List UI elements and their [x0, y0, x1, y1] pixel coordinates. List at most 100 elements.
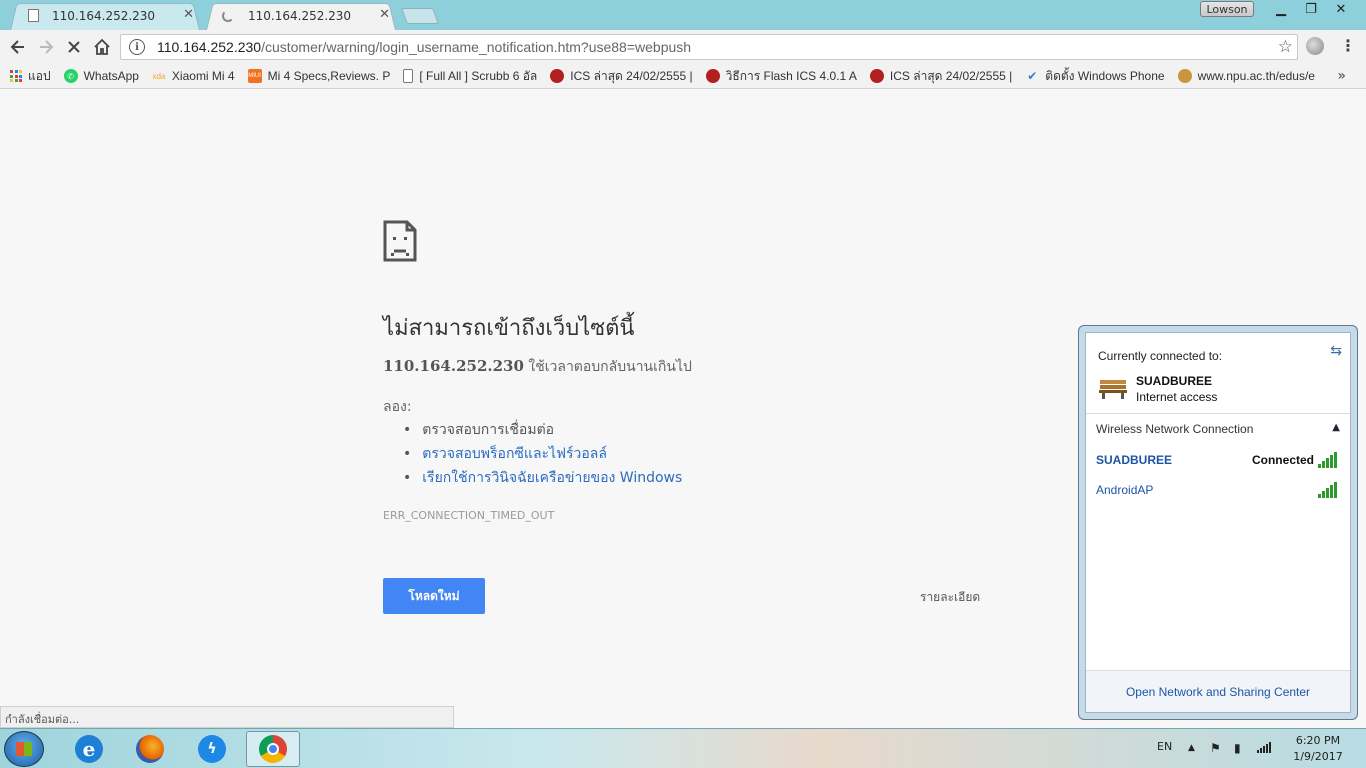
- taskbar-internet-explorer[interactable]: e: [62, 731, 116, 767]
- network-ssid: SUADBUREE: [1096, 453, 1173, 467]
- language-indicator[interactable]: EN: [1157, 740, 1172, 753]
- status-bar: กำลังเชื่อมต่อ...: [0, 706, 454, 728]
- current-network-access: Internet access: [1136, 390, 1218, 404]
- network-item-suadburee[interactable]: SUADBUREE Connected: [1096, 450, 1340, 472]
- taskbar-firefox[interactable]: [123, 731, 177, 767]
- url-host: 110.164.252.230: [157, 39, 262, 55]
- current-network-name: SUADBUREE: [1136, 374, 1213, 388]
- back-button[interactable]: [7, 36, 29, 58]
- window-controls: ▁ ❐ ✕: [1266, 0, 1356, 18]
- error-code: ERR_CONNECTION_TIMED_OUT: [383, 509, 555, 522]
- url-text: 110.164.252.230/customer/warning/login_u…: [157, 39, 691, 55]
- miui-icon: MIUI: [247, 69, 262, 83]
- bookmark-ics-1[interactable]: ICS ล่าสุด 24/02/2555 |: [550, 67, 693, 86]
- error-host: 110.164.252.230: [383, 357, 524, 375]
- bookmarks-bar: แอป ✆ WhatsApp xda Xiaomi Mi 4 MIUI Mi 4…: [0, 64, 1366, 89]
- bookmark-label: www.npu.ac.th/edus/e: [1197, 69, 1315, 83]
- page-icon: [28, 9, 39, 22]
- close-tab-icon[interactable]: ✕: [379, 7, 390, 22]
- info-icon[interactable]: i: [129, 39, 145, 55]
- network-item-androidap[interactable]: AndroidAP: [1096, 480, 1340, 502]
- bookmark-flash-ics[interactable]: วิธีการ Flash ICS 4.0.1 A: [705, 67, 857, 86]
- suggestion-check-proxy-link[interactable]: ตรวจสอบพร็อกซีและไฟร์วอลล์: [403, 442, 682, 466]
- ics-icon: [550, 69, 565, 83]
- wifi-bars-icon: [1257, 742, 1271, 753]
- new-tab-button[interactable]: [401, 8, 439, 24]
- wifi-signal-icon: [1318, 480, 1340, 498]
- bookmark-ics-2[interactable]: ICS ล่าสุด 24/02/2555 |: [869, 67, 1013, 86]
- bookmark-scrubb[interactable]: [ Full All ] Scrubb 6 อัล: [403, 67, 537, 86]
- refresh-icon[interactable]: ⇆: [1330, 343, 1342, 359]
- bookmark-label: ติดตั้ง Windows Phone: [1045, 68, 1165, 83]
- ics-icon: [869, 69, 884, 83]
- reload-button[interactable]: โหลดใหม่: [383, 578, 485, 614]
- network-tray-icon[interactable]: [1256, 741, 1272, 756]
- sad-page-icon: [383, 220, 417, 262]
- wireless-section-label: Wireless Network Connection: [1096, 422, 1254, 436]
- taskbar: e ϟ EN ▲ ⚑ ▮ 6:20 PM 1/9/2017: [0, 728, 1366, 768]
- bookmark-label: [ Full All ] Scrubb 6 อัล: [419, 68, 538, 83]
- address-bar[interactable]: i 110.164.252.230/customer/warning/login…: [120, 34, 1298, 60]
- network-ssid: AndroidAP: [1096, 483, 1154, 497]
- try-label: ลอง:: [383, 399, 412, 415]
- clock-time: 6:20 PM: [1295, 734, 1341, 747]
- loading-spinner-icon: [222, 10, 234, 22]
- close-tab-icon[interactable]: ✕: [183, 7, 194, 22]
- error-message: ใช้เวลาตอบกลับนานเกินไป: [528, 359, 692, 375]
- show-hidden-icons-icon[interactable]: ▲: [1188, 743, 1195, 753]
- minimize-button[interactable]: ▁: [1266, 0, 1296, 18]
- bookmark-xiaomi[interactable]: xda Xiaomi Mi 4: [152, 69, 235, 83]
- internet-explorer-icon: e: [75, 735, 103, 763]
- home-icon: [94, 38, 110, 55]
- network-flyout: Currently connected to: ⇆ SUADBUREE Inte…: [1078, 325, 1358, 720]
- clock[interactable]: 6:20 PM 1/9/2017: [1282, 733, 1354, 765]
- profile-button[interactable]: Lowson: [1200, 1, 1254, 17]
- bookmark-star-icon[interactable]: ☆: [1278, 37, 1293, 57]
- close-window-button[interactable]: ✕: [1326, 0, 1356, 18]
- whatsapp-icon: ✆: [63, 69, 78, 83]
- bookmark-windows-phone[interactable]: ✔ ติดตั้ง Windows Phone: [1025, 67, 1164, 86]
- arrow-left-icon: [10, 40, 24, 54]
- bookmark-label: Xiaomi Mi 4: [171, 69, 235, 83]
- tab-title: 110.164.252.230: [52, 8, 156, 23]
- bookmark-npu[interactable]: www.npu.ac.th/edus/e: [1177, 69, 1315, 83]
- tab-inactive[interactable]: 110.164.252.230 ✕: [10, 1, 200, 31]
- bookmark-mi4-specs[interactable]: MIUI Mi 4 Specs,Reviews. P: [247, 69, 390, 83]
- forward-button[interactable]: [35, 36, 57, 58]
- chrome-center: [267, 743, 279, 755]
- page-icon: [403, 69, 414, 83]
- restore-button[interactable]: ❐: [1296, 0, 1326, 18]
- network-flyout-panel: Currently connected to: ⇆ SUADBUREE Inte…: [1085, 332, 1351, 713]
- divider: [1086, 413, 1350, 414]
- taskbar-messenger[interactable]: ϟ: [185, 731, 239, 767]
- bookmark-whatsapp[interactable]: ✆ WhatsApp: [63, 69, 139, 83]
- bookmark-apps[interactable]: แอป: [10, 67, 51, 86]
- tab-title: 110.164.252.230: [248, 8, 352, 23]
- apps-grid-icon: [10, 70, 22, 82]
- action-center-flag-icon[interactable]: ⚑: [1210, 741, 1221, 755]
- npu-icon: [1177, 69, 1192, 83]
- suggestion-network-diagnostics-link[interactable]: เรียกใช้การวินิจฉัยเครือข่ายของ Windows: [403, 466, 682, 490]
- tab-active[interactable]: 110.164.252.230 ✕: [206, 1, 396, 31]
- suggestion-check-connection: ตรวจสอบการเชื่อมต่อ: [403, 418, 682, 442]
- details-button[interactable]: รายละเอียด: [920, 588, 980, 607]
- bookmark-label: ICS ล่าสุด 24/02/2555 |: [889, 68, 1013, 83]
- windows-phone-icon: ✔: [1027, 69, 1038, 83]
- taskbar-chrome[interactable]: [246, 731, 300, 767]
- stop-button[interactable]: [63, 36, 85, 58]
- start-button[interactable]: [4, 731, 44, 767]
- chevron-up-icon[interactable]: ▲: [1332, 422, 1340, 433]
- home-button[interactable]: [91, 36, 113, 58]
- suggestions-list: ตรวจสอบการเชื่อมต่อ ตรวจสอบพร็อกซีและไฟร…: [403, 418, 682, 490]
- title-bar: 110.164.252.230 ✕ 110.164.252.230 ✕ Lows…: [0, 0, 1366, 31]
- error-title: ไม่สามารถเข้าถึงเว็บไซต์นี้: [383, 316, 635, 341]
- url-path: /customer/warning/login_username_notific…: [261, 39, 692, 55]
- currently-connected-label: Currently connected to:: [1098, 349, 1223, 363]
- power-icon[interactable]: ▮: [1234, 741, 1241, 755]
- wifi-signal-icon: [1318, 450, 1340, 468]
- extension-icon[interactable]: [1306, 37, 1324, 55]
- chevron-double-right-icon[interactable]: »: [1337, 68, 1346, 84]
- menu-icon[interactable]: ⋮: [1340, 36, 1356, 55]
- open-network-sharing-center-link[interactable]: Open Network and Sharing Center: [1086, 670, 1350, 712]
- error-description: 110.164.252.230 ใช้เวลาตอบกลับนานเกินไป: [383, 356, 692, 378]
